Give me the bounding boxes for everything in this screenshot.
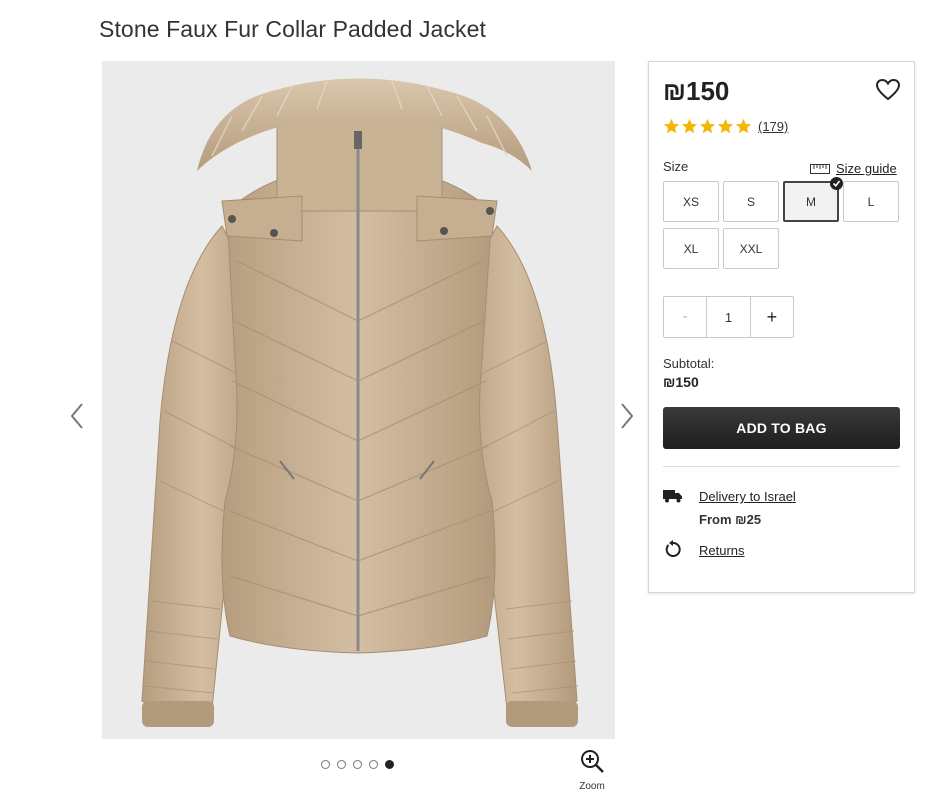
gallery-dot[interactable] xyxy=(369,760,378,769)
zoom-button[interactable]: Zoom xyxy=(574,748,610,792)
size-option-xl[interactable]: XL xyxy=(663,228,719,269)
star-icon xyxy=(735,118,752,134)
heart-icon[interactable] xyxy=(875,78,901,102)
quantity-decrease-button[interactable]: - xyxy=(664,297,708,337)
gallery-pagination xyxy=(321,760,394,769)
size-option-m-selected[interactable]: M xyxy=(783,177,843,222)
product-rating: (179) xyxy=(663,118,788,135)
zoom-label: Zoom xyxy=(579,781,605,792)
quantity-value[interactable]: 1 xyxy=(707,297,749,337)
product-image[interactable] xyxy=(102,61,615,739)
star-icon xyxy=(663,118,680,134)
delivery-price: From ₪25 xyxy=(699,512,762,527)
reviews-count-link[interactable]: (179) xyxy=(758,119,788,134)
previous-image-arrow-icon[interactable] xyxy=(67,400,87,432)
divider xyxy=(663,466,900,467)
size-label: Size xyxy=(663,159,689,174)
star-icon xyxy=(717,118,734,134)
size-option-label: M xyxy=(806,194,816,209)
ruler-icon xyxy=(810,163,830,174)
zoom-in-icon xyxy=(581,750,604,773)
truck-icon xyxy=(663,489,683,508)
size-guide-label: Size guide xyxy=(836,161,897,176)
subtotal-value: ₪150 xyxy=(663,374,699,390)
purchase-panel: ₪150 (179) Size Size guide XS S M L XL X… xyxy=(648,61,915,593)
star-icon xyxy=(699,118,716,134)
returns-link[interactable]: Returns xyxy=(699,543,745,558)
product-title: Stone Faux Fur Collar Padded Jacket xyxy=(99,16,487,42)
gallery-dot[interactable] xyxy=(321,760,330,769)
delivery-link[interactable]: Delivery to Israel xyxy=(699,489,796,504)
star-rating xyxy=(663,118,752,135)
add-to-bag-button[interactable]: ADD TO BAG xyxy=(663,407,900,449)
size-option-l[interactable]: L xyxy=(843,181,899,222)
jacket-illustration xyxy=(102,61,615,739)
next-image-arrow-icon[interactable] xyxy=(617,400,637,432)
returns-icon xyxy=(664,540,682,563)
gallery-dot-active[interactable] xyxy=(385,760,394,769)
gallery-dot[interactable] xyxy=(337,760,346,769)
size-guide-link[interactable]: Size guide xyxy=(810,161,897,176)
size-option-s[interactable]: S xyxy=(723,181,779,222)
subtotal-label: Subtotal: xyxy=(663,356,715,371)
size-option-xs[interactable]: XS xyxy=(663,181,719,222)
size-option-xxl[interactable]: XXL xyxy=(723,228,779,269)
gallery-dot[interactable] xyxy=(353,760,362,769)
check-icon xyxy=(830,177,843,190)
product-price: ₪150 xyxy=(663,76,730,106)
quantity-increase-button[interactable]: + xyxy=(749,297,793,337)
star-icon xyxy=(681,118,698,134)
quantity-stepper: - 1 + xyxy=(663,296,794,338)
